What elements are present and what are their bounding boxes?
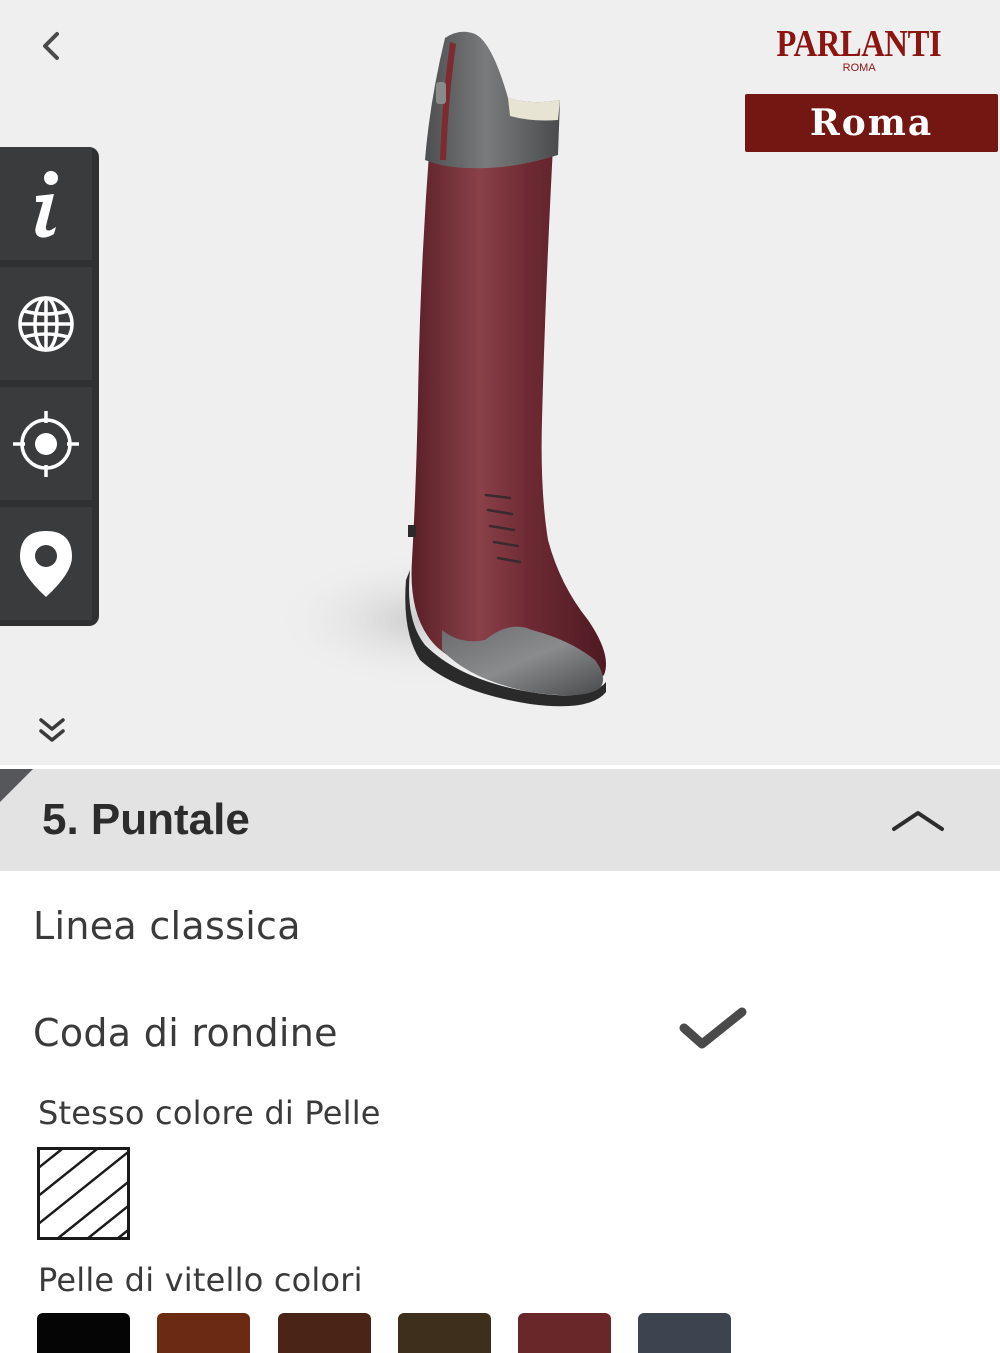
- color-swatch[interactable]: [37, 1313, 130, 1353]
- crosshair-icon: [13, 410, 79, 477]
- section-title: 5. Puntale: [42, 795, 250, 844]
- chevron-up-icon[interactable]: [888, 805, 948, 835]
- calf-color-swatches: [37, 1313, 757, 1353]
- store-locator-button[interactable]: [0, 507, 92, 620]
- option-linea-classica[interactable]: Linea classica: [0, 885, 1000, 975]
- language-button[interactable]: [0, 267, 92, 380]
- color-swatch[interactable]: [157, 1313, 250, 1353]
- boot-viewer[interactable]: PARLANTI ROMA Roma: [0, 0, 1000, 765]
- checkmark-icon: [679, 1007, 747, 1049]
- map-pin-icon: [20, 530, 72, 597]
- recenter-button[interactable]: [0, 387, 92, 500]
- color-swatch[interactable]: [518, 1313, 611, 1353]
- color-swatch[interactable]: [398, 1313, 491, 1353]
- brand-name: PARLANTI: [776, 23, 942, 65]
- same-color-label: Stesso colore di Pelle: [38, 1094, 381, 1132]
- expand-button[interactable]: [32, 712, 72, 748]
- option-label: Coda di rondine: [33, 1011, 338, 1055]
- side-toolbar: [0, 147, 99, 626]
- back-button[interactable]: [30, 24, 74, 68]
- option-coda-di-rondine[interactable]: Coda di rondine: [0, 990, 1000, 1080]
- city-button[interactable]: Roma: [745, 94, 998, 152]
- same-color-swatch[interactable]: [37, 1147, 130, 1240]
- globe-icon: [18, 295, 74, 352]
- brand-logo: PARLANTI ROMA: [763, 24, 955, 74]
- color-swatch[interactable]: [638, 1313, 731, 1353]
- option-label: Linea classica: [33, 904, 301, 948]
- section-header[interactable]: 5. Puntale: [0, 767, 1000, 871]
- color-swatch[interactable]: [278, 1313, 371, 1353]
- double-chevron-down-icon: [39, 718, 65, 742]
- calf-colors-label: Pelle di vitello colori: [38, 1261, 363, 1299]
- boot-preview-image: [270, 31, 606, 707]
- corner-tab: [0, 769, 33, 802]
- info-button[interactable]: [0, 147, 92, 260]
- chevron-left-icon: [43, 32, 59, 60]
- info-icon: [35, 170, 58, 238]
